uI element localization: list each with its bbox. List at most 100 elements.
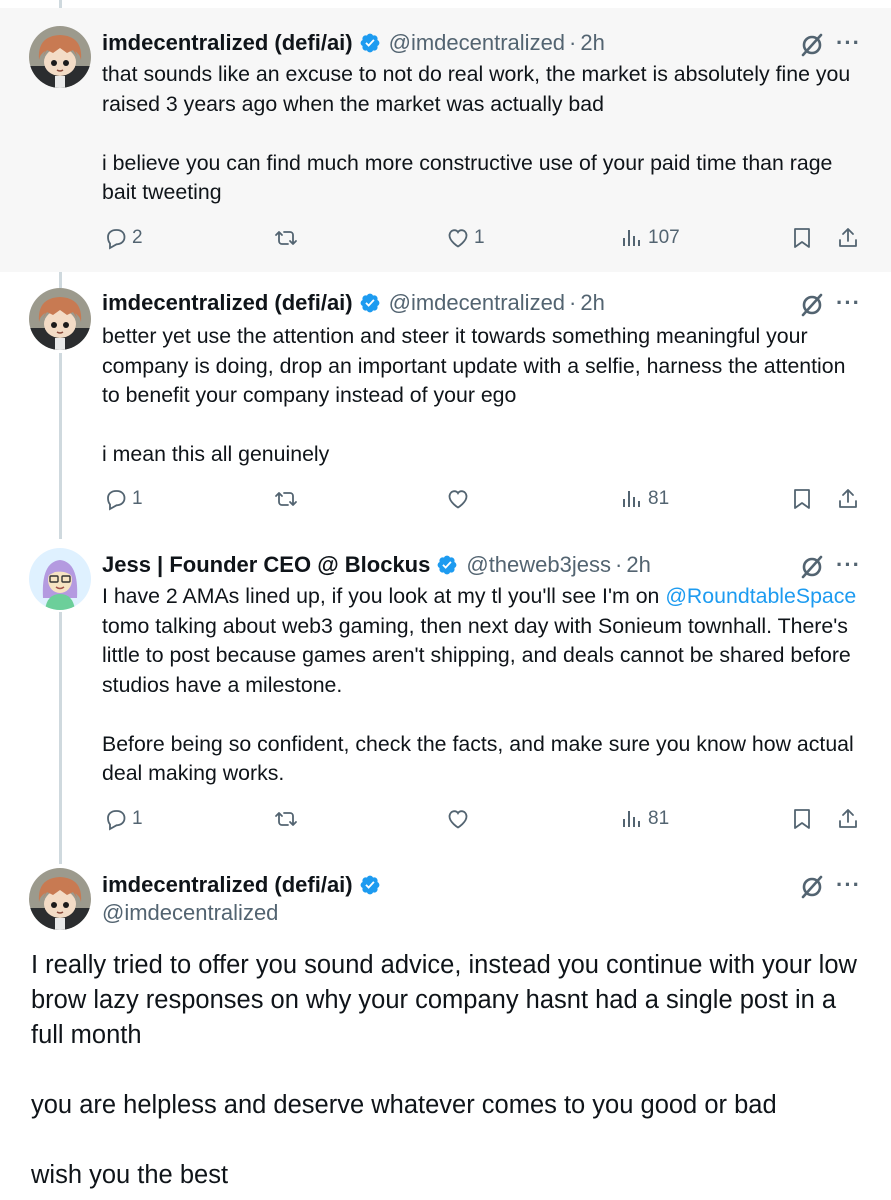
bookmark-button[interactable] [790,807,814,831]
display-name[interactable]: Jess | Founder CEO @ Blockus [102,552,430,578]
share-button[interactable] [836,807,860,831]
reply-button[interactable]: 2 [104,226,143,250]
views-icon [623,491,640,507]
post-header: imdecentralized (defi/ai) [102,870,891,900]
reply-icon [107,229,126,250]
action-bar: 1 81 [102,807,872,837]
repost-icon [275,492,297,506]
separator-dot: · [569,30,577,55]
timestamp[interactable]: 2h [626,552,650,578]
more-icon[interactable]: ··· [836,872,861,898]
bookmark-icon [794,489,810,509]
post-paragraph: i believe you can find much more constru… [102,150,839,205]
bookmark-icon [794,228,810,248]
post-header: imdecentralized (defi/ai) @imdecentraliz… [102,28,891,58]
reply-count: 2 [132,227,143,248]
display-name[interactable]: imdecentralized (defi/ai) [102,30,353,56]
post-paragraph: I really tried to offer you sound advice… [31,951,857,1049]
bookmark-icon [794,809,810,829]
post-paragraph: i mean this all genuinely [102,442,330,466]
views-count: 81 [648,808,670,829]
reply-icon [107,490,126,511]
avatar[interactable] [29,26,91,88]
reply-post[interactable]: imdecentralized (defi/ai) @imdecentraliz… [0,8,891,272]
timestamp[interactable]: 2h [580,290,604,316]
views-button[interactable]: 81 [620,487,669,511]
like-icon [448,810,468,829]
views-button[interactable]: 107 [620,226,680,250]
reply-post[interactable]: Jess | Founder CEO @ Blockus @theweb3jes… [0,534,891,856]
conversation-thread: imdecentralized (defi/ai) @imdecentraliz… [0,0,891,1200]
verified-badge-icon [437,555,457,575]
reply-count: 1 [132,808,143,829]
views-button[interactable]: 81 [620,807,669,831]
separator-dot: · [569,290,577,315]
repost-icon [275,231,297,245]
verified-badge-icon [360,33,380,53]
post-paragraph: better yet use the attention and steer i… [102,324,852,407]
handle[interactable]: @imdecentralized [389,290,565,316]
more-icon[interactable]: ··· [836,30,861,56]
avatar[interactable] [29,868,91,930]
timestamp[interactable]: 2h [580,30,604,56]
verified-badge-icon [360,875,380,895]
reply-icon [107,810,126,831]
post-header: imdecentralized (defi/ai) @imdecentraliz… [102,288,891,318]
mention-link[interactable]: @RoundtableSpace [665,584,856,608]
grok-icon[interactable] [799,554,825,580]
reply-button[interactable]: 1 [104,487,143,511]
reply-button[interactable]: 1 [104,807,143,831]
reply-post[interactable]: imdecentralized (defi/ai) @imdecentraliz… [0,272,891,534]
avatar[interactable] [29,548,91,610]
views-count: 81 [648,488,670,509]
like-count: 1 [474,227,485,248]
bookmark-button[interactable] [790,226,814,250]
post-paragraph: I have 2 AMAs lined up, if you look at m… [102,582,865,700]
post-text-segment: I have 2 AMAs lined up, if you look at m… [102,584,666,608]
repost-button[interactable] [274,487,298,511]
more-icon[interactable]: ··· [836,290,861,316]
repost-button[interactable] [274,226,298,250]
share-icon [839,489,857,508]
separator-dot: · [615,552,623,577]
action-bar: 1 81 [102,487,872,517]
like-button[interactable] [446,807,470,831]
post-paragraph: that sounds like an excuse to not do rea… [102,62,857,116]
views-count: 107 [648,227,680,248]
repost-icon [275,812,297,826]
reply-count: 1 [132,488,143,509]
handle[interactable]: @imdecentralized [102,900,278,926]
post-paragraph: wish you the best [31,1161,229,1189]
bookmark-button[interactable] [790,487,814,511]
views-icon [623,230,640,246]
more-icon[interactable]: ··· [836,552,861,578]
grok-icon[interactable] [799,32,825,58]
like-icon [448,490,468,509]
post-paragraph: you are helpless and deserve whatever co… [31,1091,777,1119]
display-name[interactable]: imdecentralized (defi/ai) [102,290,353,316]
views-icon [623,811,640,827]
avatar[interactable] [29,288,91,350]
post-text: that sounds like an excuse to not do rea… [102,60,865,208]
repost-button[interactable] [274,807,298,831]
share-button[interactable] [836,487,860,511]
action-bar: 2 1 107 [102,226,872,256]
focused-post[interactable]: imdecentralized (defi/ai) @imdecentraliz… [0,856,891,1200]
verified-badge-icon [360,293,380,313]
share-icon [839,809,857,828]
post-header: Jess | Founder CEO @ Blockus @theweb3jes… [102,550,891,580]
grok-icon[interactable] [799,292,825,318]
post-text: better yet use the attention and steer i… [102,322,865,470]
post-paragraph: Before being so confident, check the fac… [102,731,860,786]
like-icon [448,229,468,248]
post-text: I have 2 AMAs lined up, if you look at m… [102,582,865,789]
share-button[interactable] [836,226,860,250]
like-button[interactable]: 1 [446,226,485,250]
handle[interactable]: @imdecentralized [389,30,565,56]
grok-icon[interactable] [799,874,825,900]
post-text: I really tried to offer you sound advice… [31,948,869,1193]
display-name[interactable]: imdecentralized (defi/ai) [102,872,353,898]
share-icon [839,228,857,247]
handle[interactable]: @theweb3jess [466,552,611,578]
like-button[interactable] [446,487,470,511]
